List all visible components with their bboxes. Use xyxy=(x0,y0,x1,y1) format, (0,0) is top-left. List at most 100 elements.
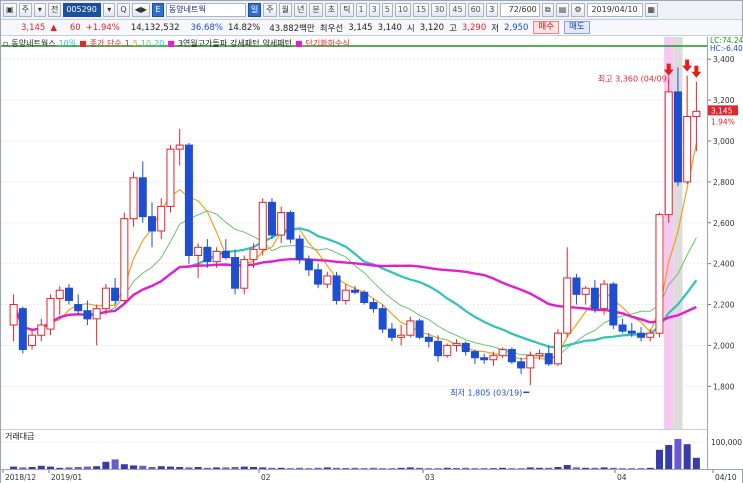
buy-button[interactable]: 매수 xyxy=(533,21,560,34)
ask-price: 3,140 xyxy=(377,22,402,33)
volume-bar xyxy=(665,445,673,469)
candle-body xyxy=(452,342,461,346)
legend-stock-name: 동양네트웍스 xyxy=(11,38,56,48)
legend-pattern-marker: ■ xyxy=(167,38,175,48)
candle-body xyxy=(664,91,673,216)
interval-select[interactable]: 3 xyxy=(485,3,498,17)
price-chart-svg[interactable]: 최고 3,360 (04/09) 최저 1,805 (03/19) xyxy=(1,37,707,429)
candle-body xyxy=(157,205,166,232)
sell-button[interactable]: 매도 xyxy=(564,21,590,34)
count-input[interactable]: 72/600 xyxy=(499,3,540,17)
candle-body xyxy=(434,340,443,357)
candle-body xyxy=(203,246,212,263)
interval-3-button[interactable]: 3 xyxy=(368,3,380,17)
low-label: 저 xyxy=(491,23,500,34)
candle-body xyxy=(443,344,452,357)
legend-ma-1: 1 xyxy=(124,38,130,48)
ratio-2: 14.82% xyxy=(227,22,261,33)
legend-pattern-4-marker: ■ xyxy=(294,38,303,48)
volume-plot[interactable]: 거래대금 xyxy=(1,429,707,469)
candle-body xyxy=(406,320,415,336)
date-input[interactable]: 2019/04/10 xyxy=(586,3,643,17)
search-icon[interactable]: Q xyxy=(117,3,130,17)
volume-bar xyxy=(674,439,682,469)
change-percent: +1.94% xyxy=(85,22,120,33)
interval-5-button[interactable]: 5 xyxy=(381,3,393,17)
calendar-icon[interactable]: ▦ xyxy=(644,3,659,17)
period-month-button[interactable]: 월 xyxy=(278,3,293,17)
exchange-icon[interactable]: E xyxy=(151,3,164,17)
candle-body xyxy=(646,332,655,338)
prev-next-icon[interactable]: ◀▶ xyxy=(131,3,150,17)
interval-15-button[interactable]: 15 xyxy=(413,3,430,17)
stock-code-dropdown-icon[interactable]: ▾ xyxy=(103,3,116,17)
legend-pattern-4: 단기환하수식 xyxy=(305,38,350,48)
candle-body xyxy=(590,287,599,310)
candle-body xyxy=(572,277,581,295)
candle-body xyxy=(507,349,516,363)
price-tick-label: 3,000 xyxy=(713,137,735,146)
candle-body xyxy=(360,291,369,304)
interval-10-button[interactable]: 10 xyxy=(394,3,412,17)
candle-body xyxy=(111,287,120,301)
price-tick-label: 1,800 xyxy=(713,382,735,391)
current-price: 3,145 xyxy=(21,22,46,33)
window-menu-button[interactable]: ▣ xyxy=(3,3,17,17)
candle-body xyxy=(304,259,313,271)
candle-body xyxy=(64,287,73,301)
save-icon[interactable]: ▤ xyxy=(555,3,570,17)
ma5-line xyxy=(13,143,697,362)
candle-body xyxy=(553,332,562,365)
period-day-button[interactable]: 일 xyxy=(247,3,262,17)
stock-code-input[interactable]: 005290 xyxy=(63,3,102,17)
period-week-button[interactable]: 주 xyxy=(263,3,277,17)
candle-body xyxy=(240,259,249,289)
period-second-button[interactable]: 초 xyxy=(324,3,339,17)
legend-pattern-1: 3연월고가돌파 xyxy=(177,38,228,48)
interval-45-button[interactable]: 45 xyxy=(449,3,466,17)
period-type-button[interactable]: 주 xyxy=(18,3,32,17)
candle-body xyxy=(498,349,507,357)
candle-body xyxy=(683,115,692,183)
period-tick-button[interactable]: 틱 xyxy=(340,3,354,17)
interval-30-button[interactable]: 30 xyxy=(431,3,448,17)
volume-bar xyxy=(692,457,700,469)
candle-body xyxy=(46,297,55,330)
candle-body xyxy=(415,320,424,338)
toolbar: ▣ 주 ▾ 전 005290 ▾ Q ◀▶ E 동양네트웍 일 주 월 년 분 … xyxy=(1,1,742,20)
ratio-1: 36.68% xyxy=(190,22,223,33)
date-axis-svg: 2018/12 2019/01 02 03 04 04/10 xyxy=(2,470,737,482)
candle-body xyxy=(424,336,433,342)
candle-body xyxy=(258,201,267,250)
interval-1-button[interactable]: 1 xyxy=(355,3,367,17)
candle-body xyxy=(194,246,203,256)
candle-body xyxy=(332,275,341,301)
settings-icon[interactable]: ⚙ xyxy=(571,3,585,17)
legend-ma-10: 10 xyxy=(140,38,152,48)
price-tick-label: 3,200 xyxy=(713,96,735,105)
candle-body xyxy=(341,289,350,301)
candle-body xyxy=(28,334,37,346)
hc-label: HC:-6.40 xyxy=(710,44,743,53)
candle-body xyxy=(637,332,646,338)
period-type-dropdown-icon[interactable]: ▾ xyxy=(33,3,46,17)
stock-name-field[interactable]: 동양네트웍 xyxy=(165,3,246,17)
volume-chart-svg[interactable] xyxy=(1,430,707,470)
interval-60-button[interactable]: 60 xyxy=(467,3,484,17)
period-minute-button[interactable]: 분 xyxy=(309,3,323,17)
price-plot[interactable]: 최고 3,360 (04/09) 최저 1,805 (03/19) xyxy=(1,37,707,429)
low-annotation: 최저 1,805 (03/19) xyxy=(450,387,522,397)
candle-body xyxy=(74,304,83,312)
candle-body xyxy=(148,216,157,232)
volume-title: 거래대금 xyxy=(5,432,35,441)
volume-tick-label: 100,000 xyxy=(711,438,742,447)
market-button[interactable]: 전 xyxy=(47,3,62,17)
legend-box-icon: ▫ xyxy=(3,38,9,48)
current-pct-label: 1.94% xyxy=(711,117,735,126)
candle-body xyxy=(18,308,27,351)
date-tick-label: 03 xyxy=(425,473,435,482)
candle-body xyxy=(369,302,378,310)
chart-tool-icon[interactable]: ⧉ xyxy=(541,3,554,17)
period-year-button[interactable]: 년 xyxy=(294,3,308,17)
candle-body xyxy=(212,250,221,263)
